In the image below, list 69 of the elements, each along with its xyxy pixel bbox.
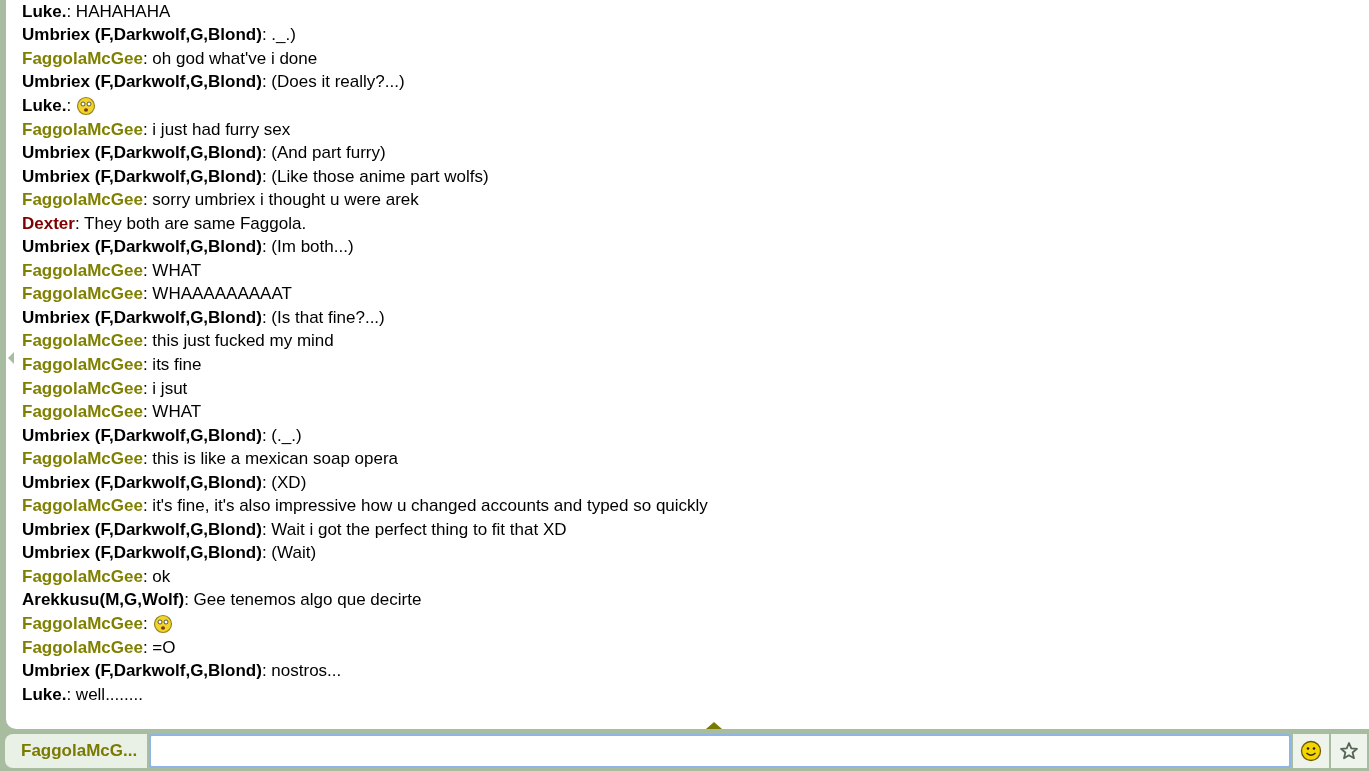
message-author: Arekkusu(M,G,Wolf) <box>22 590 185 611</box>
emoji-face-icon <box>76 95 97 116</box>
emoji-face-icon <box>152 614 173 634</box>
message-author: FaggolaMcGee <box>22 566 143 587</box>
message-author: Dexter <box>22 213 75 234</box>
message-author: Umbriex (F,Darkwolf,G,Blond) <box>22 237 262 258</box>
message-author: Umbriex (F,Darkwolf,G,Blond) <box>22 72 262 93</box>
message-text: : (._.) <box>261 425 302 446</box>
message-author: FaggolaMcGee <box>22 378 143 399</box>
message-text: : this just fucked my mind <box>142 331 334 352</box>
message-author: Luke. <box>22 95 67 116</box>
message-text: : (Is that fine?...) <box>261 307 385 328</box>
star-icon <box>1339 741 1359 761</box>
message-author: FaggolaMcGee <box>22 48 143 69</box>
message-text: : Wait i got the perfect thing to fit that XD <box>261 519 567 540</box>
message-text: : They both are same Faggola. <box>74 213 307 234</box>
message-author: Umbriex (F,Darkwolf,G,Blond) <box>22 519 262 540</box>
message-author: FaggolaMcGee <box>22 402 143 423</box>
message-author: Umbriex (F,Darkwolf,G,Blond) <box>22 661 262 682</box>
message-text: : WHAT <box>142 260 202 281</box>
message-author: FaggolaMcGee <box>22 331 143 352</box>
emoji-button[interactable] <box>1293 734 1329 768</box>
message-author: FaggolaMcGee <box>22 354 143 375</box>
nickname-label[interactable]: FaggolaMcG... <box>5 734 148 768</box>
message-author: FaggolaMcGee <box>22 449 143 470</box>
message-text: : HAHAHAHA <box>66 1 171 22</box>
message-author: Luke. <box>22 1 67 22</box>
message-text: : its fine <box>142 354 202 375</box>
message-text: : =O <box>142 637 176 658</box>
message-author: FaggolaMcGee <box>22 119 143 140</box>
message-text: : (Im both...) <box>261 237 354 258</box>
message-author: FaggolaMcGee <box>22 284 143 305</box>
message-text: : ok <box>142 566 171 587</box>
message-text: : WHAAAAAAAAAT <box>142 284 292 305</box>
message-text: : <box>66 95 72 116</box>
message-text: : ._.) <box>261 25 296 46</box>
message-text: : it's fine, it's also impressive how u changed accounts and typed so quickly <box>142 496 708 517</box>
message-text: : nostros... <box>261 661 342 682</box>
message-author: FaggolaMcGee <box>22 190 143 211</box>
message-input[interactable] <box>149 734 1291 768</box>
message-text: : WHAT <box>142 402 202 423</box>
message-text: : well........ <box>66 684 143 705</box>
collapse-handle-icon[interactable] <box>8 352 14 364</box>
favorite-button[interactable] <box>1331 734 1367 768</box>
message-author: FaggolaMcGee <box>22 614 143 634</box>
message-text: : (Like those anime part wolfs) <box>261 166 489 187</box>
message-text: : Gee tenemos algo que decirte <box>184 590 422 611</box>
message-author: FaggolaMcGee <box>22 637 143 658</box>
message-text: : oh god what've i done <box>142 48 318 69</box>
message-author: Umbriex (F,Darkwolf,G,Blond) <box>22 143 262 164</box>
message-text: : i jsut <box>142 378 188 399</box>
message-author: Umbriex (F,Darkwolf,G,Blond) <box>22 472 262 493</box>
message-author: Umbriex (F,Darkwolf,G,Blond) <box>22 307 262 328</box>
message-author: FaggolaMcGee <box>22 260 143 281</box>
message-text: : this is like a mexican soap opera <box>142 449 399 470</box>
smiley-icon <box>1300 740 1322 762</box>
message-text: : sorry umbriex i thought u were arek <box>142 190 419 211</box>
message-text: : i just had furry sex <box>142 119 291 140</box>
message-text: : (Does it really?...) <box>261 72 405 93</box>
message-author: Umbriex (F,Darkwolf,G,Blond) <box>22 166 262 187</box>
message-text: : (Wait) <box>261 543 317 564</box>
message-author: Umbriex (F,Darkwolf,G,Blond) <box>22 543 262 564</box>
message-text: : (And part furry) <box>261 143 386 164</box>
message-author: Umbriex (F,Darkwolf,G,Blond) <box>22 425 262 446</box>
message-author: FaggolaMcGee <box>22 496 143 517</box>
message-author: Umbriex (F,Darkwolf,G,Blond) <box>22 25 262 46</box>
message-text: : <box>142 614 148 634</box>
message-text: : (XD) <box>261 472 307 493</box>
message-author: Luke. <box>22 684 67 705</box>
